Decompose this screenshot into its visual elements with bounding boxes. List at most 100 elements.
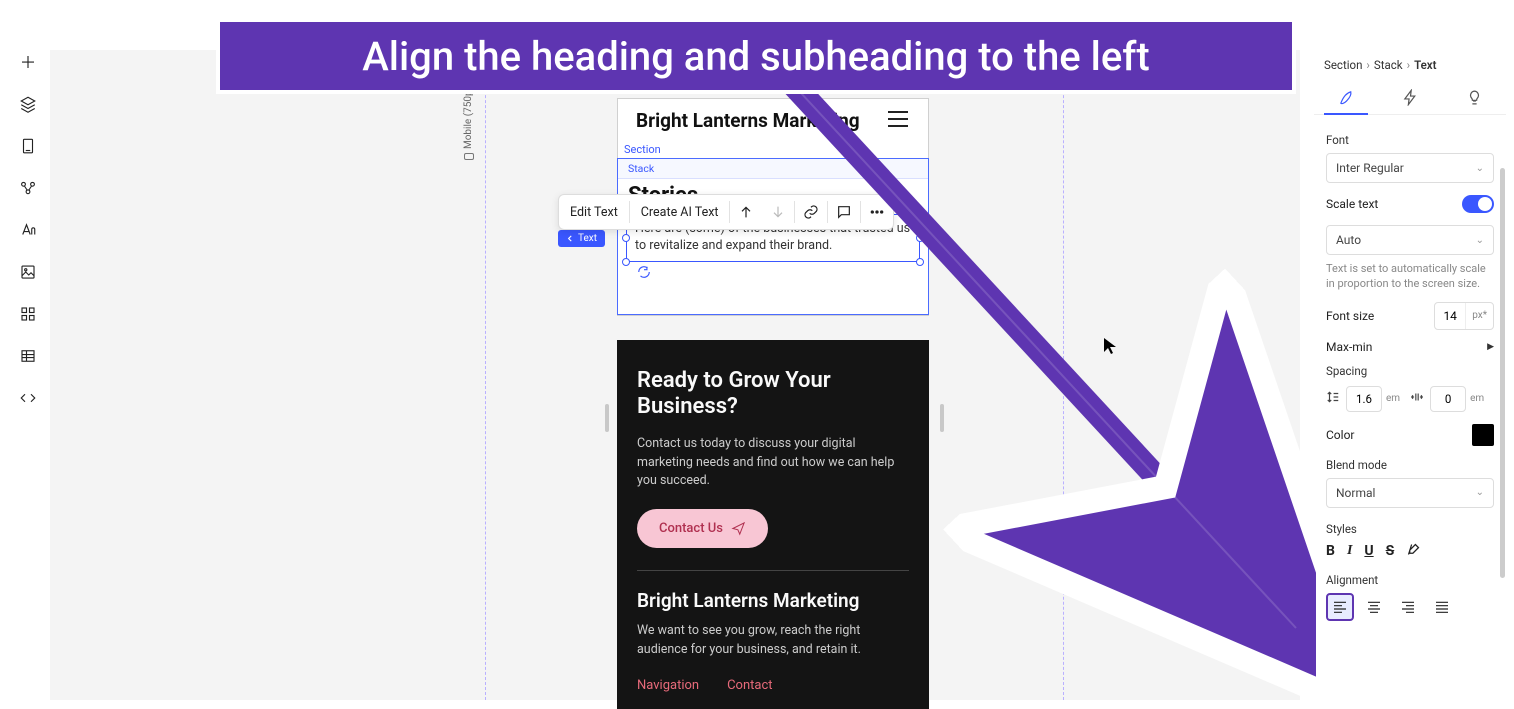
letter-spacing-unit: em — [1470, 393, 1484, 404]
letter-spacing-control[interactable]: em — [1410, 386, 1484, 412]
context-toolbar: Edit Text Create AI Text — [558, 194, 894, 230]
cursor-icon — [1103, 337, 1117, 359]
navigation-link[interactable]: Navigation — [637, 678, 699, 693]
tab-interactions[interactable] — [1378, 80, 1442, 114]
footer-paragraph[interactable]: We want to see you grow, reach the right… — [637, 622, 909, 660]
device-icon — [464, 153, 474, 160]
breadcrumb-section[interactable]: Section — [1324, 58, 1362, 72]
caret-right-icon: ▶ — [1487, 342, 1494, 352]
style-icons: B I U S — [1326, 542, 1494, 561]
blend-value: Normal — [1336, 486, 1375, 500]
line-height-value[interactable] — [1346, 386, 1382, 412]
chevron-down-icon: ⌄ — [1476, 235, 1484, 246]
font-select[interactable]: Inter Regular ⌄ — [1326, 153, 1494, 183]
page-tool-icon[interactable] — [16, 134, 40, 158]
brand-title: Bright Lanterns Marketing — [636, 111, 860, 132]
selection-tag-label: Text — [578, 233, 597, 244]
breadcrumb: Section › Stack › Text — [1314, 48, 1506, 80]
selection-handle[interactable] — [916, 210, 924, 218]
add-tool-icon[interactable] — [16, 50, 40, 74]
spacing-label: Spacing — [1326, 364, 1494, 378]
edit-text-button[interactable]: Edit Text — [559, 195, 629, 229]
alignment-row — [1326, 593, 1494, 621]
strikethrough-icon[interactable]: S — [1386, 543, 1395, 559]
layers-tool-icon[interactable] — [16, 92, 40, 116]
annotation-callout: Align the heading and subheading to the … — [216, 18, 1296, 94]
section-label[interactable]: Section — [618, 141, 928, 158]
font-value: Inter Regular — [1336, 161, 1404, 175]
typography-tool-icon[interactable] — [16, 218, 40, 242]
letter-spacing-value[interactable] — [1430, 386, 1466, 412]
color-swatch[interactable] — [1472, 424, 1494, 446]
link-icon[interactable] — [795, 195, 827, 229]
image-tool-icon[interactable] — [16, 260, 40, 284]
divider — [637, 570, 909, 571]
apps-tool-icon[interactable] — [16, 302, 40, 326]
scale-mode-select[interactable]: Auto ⌄ — [1326, 225, 1494, 255]
panel-body: Font Inter Regular ⌄ Scale text Auto ⌄ T… — [1314, 115, 1506, 637]
design-panel: Section › Stack › Text Font Inter Regula… — [1314, 48, 1506, 700]
comment-icon[interactable] — [828, 195, 860, 229]
resize-handle-left[interactable] — [605, 404, 609, 432]
bold-icon[interactable]: B — [1326, 543, 1335, 559]
guide-left — [485, 50, 486, 700]
align-center-button[interactable] — [1360, 593, 1388, 621]
selection-handle[interactable] — [622, 258, 630, 266]
contact-us-button[interactable]: Contact Us — [637, 509, 768, 548]
mobile-header: Bright Lanterns Marketing — [618, 99, 928, 141]
tab-design[interactable] — [1314, 80, 1378, 114]
selection-handle[interactable] — [916, 234, 924, 242]
cta-paragraph[interactable]: Contact us today to discuss your digital… — [637, 435, 909, 491]
font-size-unit[interactable]: px* — [1465, 303, 1493, 329]
resize-handle-right[interactable] — [940, 404, 944, 432]
max-min-row[interactable]: Max-min ▶ — [1326, 340, 1494, 354]
tab-ideas[interactable] — [1442, 80, 1506, 114]
contact-button-label: Contact Us — [659, 521, 723, 536]
italic-icon[interactable]: I — [1347, 543, 1352, 559]
line-height-control[interactable]: em — [1326, 386, 1400, 412]
font-size-value[interactable] — [1435, 309, 1465, 323]
hamburger-icon[interactable] — [886, 109, 910, 133]
breadcrumb-text[interactable]: Text — [1414, 58, 1436, 72]
guide-right — [1063, 50, 1064, 700]
contact-link[interactable]: Contact — [727, 678, 772, 693]
stack-label[interactable]: Stack — [618, 159, 928, 179]
letter-spacing-icon — [1410, 390, 1426, 408]
stack-box[interactable]: Stack Stories Here are (some) of the bus… — [617, 158, 929, 315]
annotation-text: Align the heading and subheading to the … — [362, 33, 1149, 80]
move-up-icon[interactable] — [730, 195, 762, 229]
code-tool-icon[interactable] — [16, 386, 40, 410]
maxmin-label: Max-min — [1326, 340, 1372, 354]
scale-help-text: Text is set to automatically scale in pr… — [1326, 261, 1494, 292]
scale-text-toggle[interactable] — [1462, 195, 1494, 213]
create-ai-text-button[interactable]: Create AI Text — [630, 195, 730, 229]
align-justify-button[interactable] — [1428, 593, 1456, 621]
move-down-icon — [762, 195, 794, 229]
font-size-label: Font size — [1326, 309, 1374, 323]
font-size-input[interactable]: px* — [1434, 302, 1494, 330]
line-height-icon — [1326, 390, 1342, 408]
footer-links: Navigation Contact — [637, 678, 909, 693]
underline-icon[interactable]: U — [1364, 543, 1373, 559]
selection-handle[interactable] — [916, 258, 924, 266]
blend-label: Blend mode — [1326, 458, 1494, 472]
chevron-down-icon: ⌄ — [1476, 487, 1484, 498]
breadcrumb-stack[interactable]: Stack — [1374, 58, 1403, 72]
scale-text-label: Scale text — [1326, 197, 1378, 211]
blend-mode-select[interactable]: Normal ⌄ — [1326, 478, 1494, 508]
cta-heading[interactable]: Ready to Grow Your Business? — [637, 368, 909, 421]
line-height-unit: em — [1386, 393, 1400, 404]
clear-format-icon[interactable] — [1406, 542, 1421, 561]
align-left-button[interactable] — [1326, 593, 1354, 621]
cta-section: Ready to Grow Your Business? Contact us … — [617, 340, 929, 709]
selection-tag[interactable]: Text — [558, 230, 605, 247]
panel-scrollbar[interactable] — [1500, 168, 1505, 578]
align-right-button[interactable] — [1394, 593, 1422, 621]
footer-heading[interactable]: Bright Lanterns Marketing — [637, 589, 909, 612]
more-icon[interactable] — [861, 195, 893, 229]
table-tool-icon[interactable] — [16, 344, 40, 368]
alignment-label: Alignment — [1326, 573, 1494, 587]
selection-handle[interactable] — [622, 234, 630, 242]
structure-tool-icon[interactable] — [16, 176, 40, 200]
refresh-icon[interactable] — [637, 265, 651, 279]
